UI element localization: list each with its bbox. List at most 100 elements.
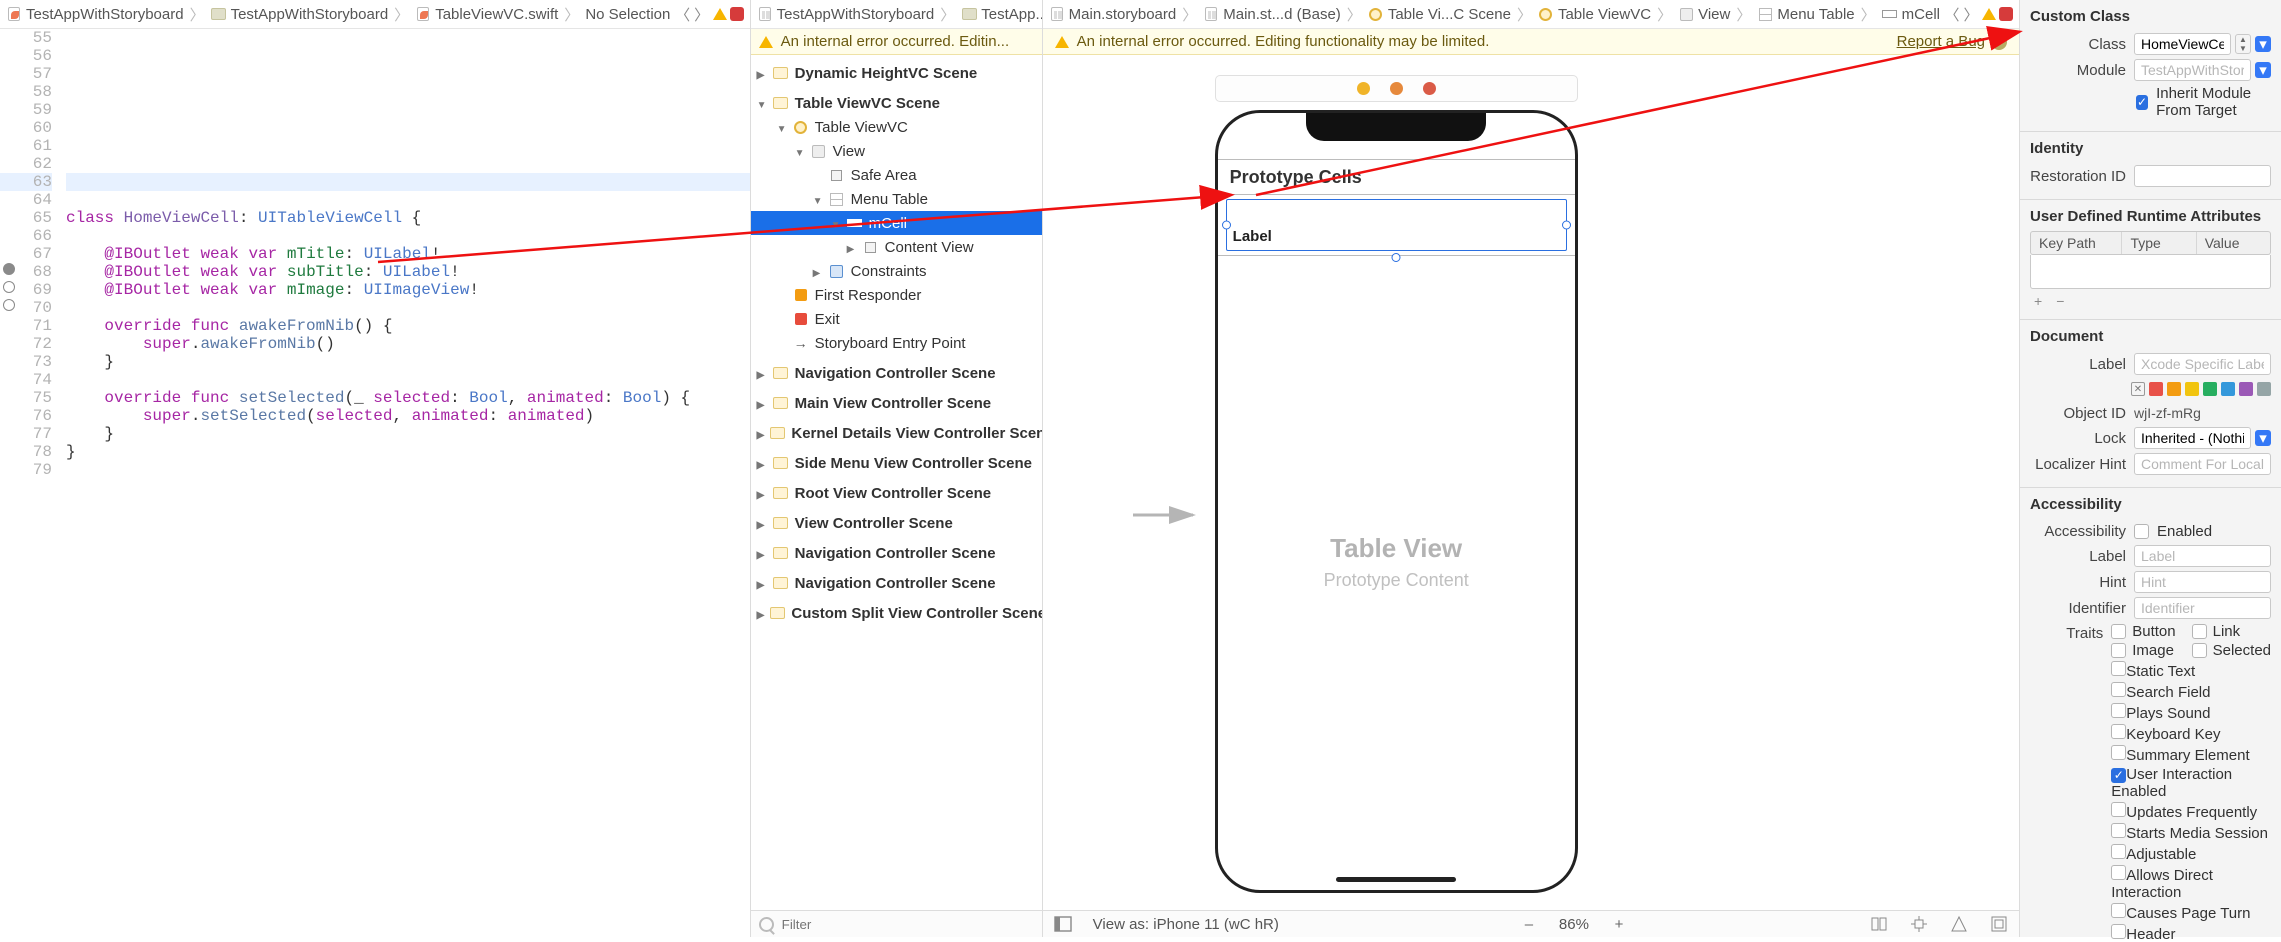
disclosure-triangle[interactable] — [757, 95, 767, 112]
color-swatch[interactable] — [2167, 382, 2181, 396]
breadcrumb-cell[interactable]: mCell — [1882, 6, 1940, 23]
outline-row[interactable]: →Storyboard Entry Point — [751, 331, 1042, 355]
trait-checkbox[interactable] — [2111, 768, 2126, 783]
disclosure-triangle[interactable] — [757, 365, 767, 382]
localizer-input[interactable] — [2134, 453, 2271, 475]
breadcrumb-group[interactable]: TestApp...ryboard — [961, 6, 1041, 23]
disclosure-triangle[interactable] — [757, 65, 767, 82]
trait-checkbox[interactable] — [2111, 643, 2126, 658]
class-input[interactable] — [2134, 33, 2231, 55]
restoration-id-input[interactable] — [2134, 165, 2271, 187]
disclosure-triangle[interactable] — [813, 191, 823, 208]
outline-row[interactable]: Navigation Controller Scene — [751, 541, 1042, 565]
outline-row[interactable]: Dynamic HeightVC Scene — [751, 61, 1042, 85]
module-input[interactable] — [2134, 59, 2251, 81]
error-icon[interactable] — [1999, 7, 2013, 21]
outline-row[interactable]: Custom Split View Controller Scene — [751, 601, 1042, 625]
outline-row[interactable]: Side Menu View Controller Scene — [751, 451, 1042, 475]
outline-row[interactable]: Safe Area — [751, 163, 1042, 187]
class-dropdown-button[interactable]: ▾ — [2255, 36, 2271, 52]
lock-select[interactable] — [2134, 427, 2251, 449]
acc-hint-input[interactable] — [2134, 571, 2271, 593]
breadcrumb-base[interactable]: Main.st...d (Base) — [1203, 6, 1341, 23]
scene-title-bar[interactable] — [1215, 75, 1578, 102]
udra-table-body[interactable] — [2030, 255, 2271, 289]
outline-row[interactable]: View — [751, 139, 1042, 163]
document-outline[interactable]: Dynamic HeightVC SceneTable ViewVC Scene… — [751, 55, 1042, 910]
trait-checkbox[interactable] — [2111, 703, 2126, 718]
disclosure-triangle[interactable] — [757, 515, 767, 532]
color-swatch[interactable] — [2257, 382, 2271, 396]
outline-row[interactable]: Kernel Details View Controller Scene — [751, 421, 1042, 445]
clear-color-button[interactable]: ✕ — [2131, 382, 2145, 396]
outline-row[interactable]: Constraints — [751, 259, 1042, 283]
toggle-outline-button[interactable] — [1053, 914, 1073, 934]
selection-handle[interactable] — [1562, 221, 1571, 230]
outline-row[interactable]: mCell — [751, 211, 1042, 235]
resolve-button[interactable] — [1949, 914, 1969, 934]
disclosure-triangle[interactable] — [757, 425, 765, 442]
breadcrumb-vc[interactable]: Table ViewVC — [1538, 6, 1651, 23]
inherit-module-checkbox[interactable] — [2136, 95, 2148, 110]
warning-icon[interactable] — [713, 8, 727, 20]
prototype-cell[interactable]: Label — [1226, 199, 1567, 251]
add-attribute-button[interactable]: + — [2034, 293, 2042, 309]
fwd-button[interactable]: 〉 — [694, 4, 710, 24]
disclosure-triangle[interactable] — [757, 455, 767, 472]
trait-checkbox[interactable] — [2192, 624, 2207, 639]
zoom-label[interactable]: 86% — [1559, 916, 1589, 933]
color-swatch[interactable] — [2239, 382, 2253, 396]
outline-row[interactable]: Navigation Controller Scene — [751, 361, 1042, 385]
selection-handle[interactable] — [1222, 221, 1231, 230]
disclosure-triangle[interactable] — [757, 485, 767, 502]
trait-checkbox[interactable] — [2111, 903, 2126, 918]
disclosure-triangle[interactable] — [777, 119, 787, 136]
disclosure-triangle[interactable] — [813, 263, 823, 280]
breadcrumb-group[interactable]: TestAppWithStoryboard — [211, 6, 389, 23]
trait-checkbox[interactable] — [2111, 624, 2126, 639]
trait-checkbox[interactable] — [2111, 823, 2126, 838]
outline-row[interactable]: Menu Table — [751, 187, 1042, 211]
color-swatch[interactable] — [2203, 382, 2217, 396]
pin-button[interactable] — [1909, 914, 1929, 934]
outline-filter-input[interactable] — [774, 916, 1034, 933]
outline-row[interactable]: Table ViewVC — [751, 115, 1042, 139]
outlet-connection-indicator[interactable] — [3, 299, 15, 311]
embed-button[interactable] — [1989, 914, 2009, 934]
trait-checkbox[interactable] — [2111, 865, 2126, 880]
disclosure-triangle[interactable] — [757, 395, 767, 412]
acc-label-input[interactable] — [2134, 545, 2271, 567]
canvas-jump-bar[interactable]: Main.storyboard 〉 Main.st...d (Base) 〉 T… — [1043, 0, 2019, 29]
canvas[interactable]: Prototype Cells Label Table View Prototy… — [1043, 55, 2019, 910]
remove-attribute-button[interactable]: − — [2056, 293, 2064, 309]
close-icon[interactable]: ✕ — [1991, 34, 2007, 50]
selection-handle[interactable] — [1392, 253, 1401, 262]
code-body[interactable]: 5556575859606162636465666768697071727374… — [0, 29, 750, 937]
outline-row[interactable]: Main View Controller Scene — [751, 391, 1042, 415]
disclosure-triangle[interactable] — [831, 215, 841, 232]
breadcrumb-scene[interactable]: Table Vi...C Scene — [1368, 6, 1511, 23]
breadcrumb-view[interactable]: View — [1678, 6, 1730, 23]
vc-icon[interactable] — [1357, 82, 1370, 95]
breadcrumb-selection[interactable]: No Selection — [585, 6, 670, 23]
accessibility-enabled-checkbox[interactable] — [2134, 524, 2149, 539]
outline-row[interactable]: Content View — [751, 235, 1042, 259]
warning-icon[interactable] — [1982, 8, 1996, 20]
outline-row[interactable]: Navigation Controller Scene — [751, 571, 1042, 595]
fwd-button[interactable]: 〉 — [1963, 4, 1979, 24]
acc-identifier-input[interactable] — [2134, 597, 2271, 619]
breadcrumb-project[interactable]: TestAppWithStoryboard — [6, 6, 184, 23]
disclosure-triangle[interactable] — [795, 143, 805, 160]
back-button[interactable]: 〈 — [1944, 4, 1960, 24]
code-jump-bar[interactable]: TestAppWithStoryboard 〉 TestAppWithStory… — [0, 0, 750, 29]
trait-checkbox[interactable] — [2111, 682, 2126, 697]
align-button[interactable] — [1869, 914, 1889, 934]
outline-row[interactable]: View Controller Scene — [751, 511, 1042, 535]
outlet-connection-indicator[interactable] — [3, 263, 15, 275]
doc-label-input[interactable] — [2134, 353, 2271, 375]
disclosure-triangle[interactable] — [757, 605, 765, 622]
storyboard-jump-bar[interactable]: TestAppWithStoryboard 〉 TestApp...ryboar… — [751, 0, 1042, 29]
trait-checkbox[interactable] — [2111, 844, 2126, 859]
module-dropdown-button[interactable]: ▾ — [2255, 62, 2271, 78]
breadcrumb-file[interactable]: TestAppWithStoryboard — [757, 6, 935, 23]
